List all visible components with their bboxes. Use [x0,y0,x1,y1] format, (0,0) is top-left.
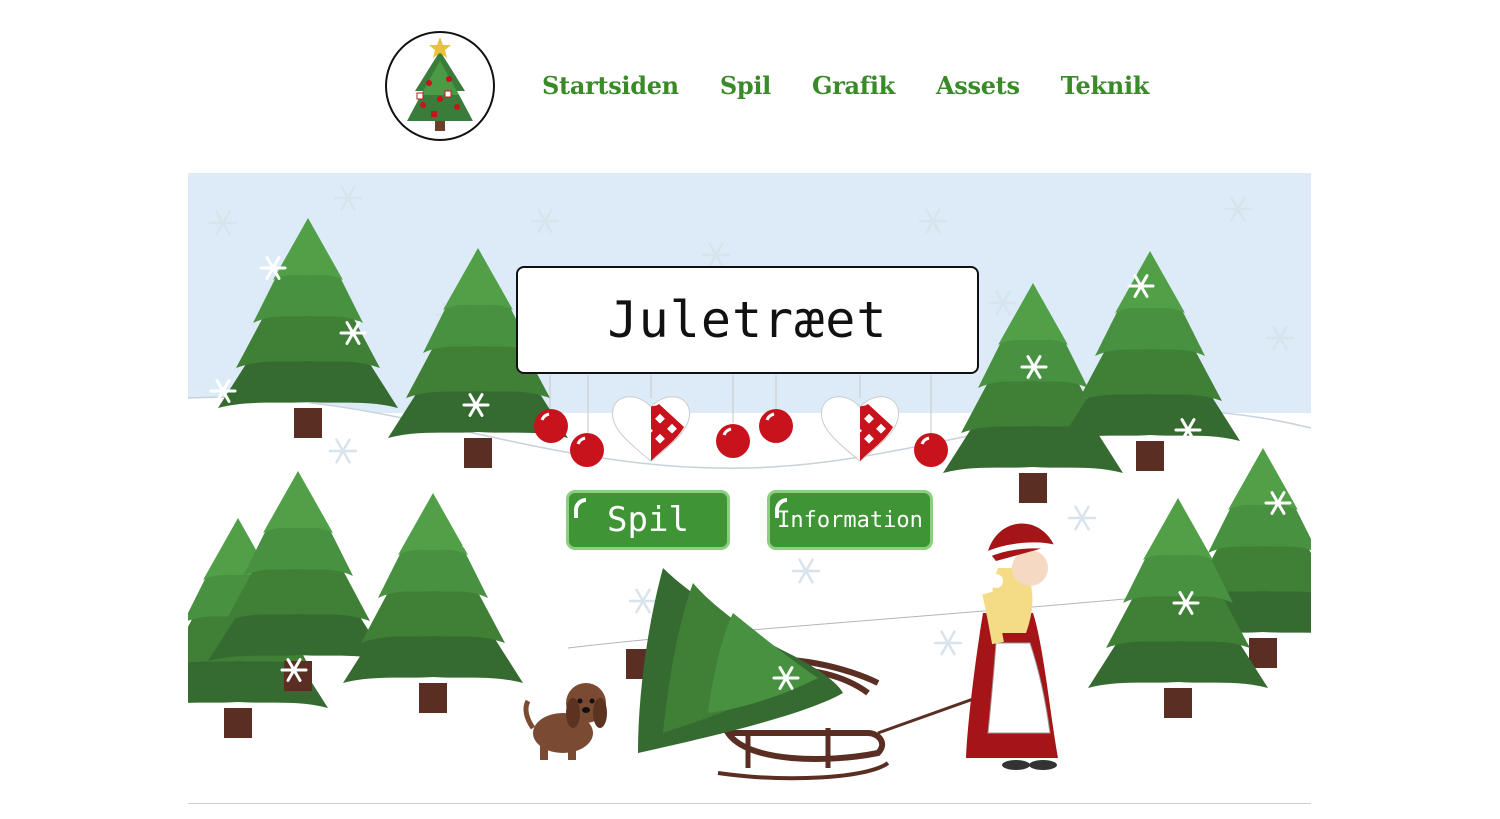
nav-link-spil[interactable]: Spil [720,68,771,104]
page-divider [188,803,1311,804]
nav-link-teknik[interactable]: Teknik [1061,68,1150,104]
button-gloss [775,498,787,518]
page-title: Juletræet [607,291,888,349]
hero-scene: Juletræet Spil Information [188,173,1311,803]
main-nav: Startsiden Spil Grafik Assets Teknik [542,68,1149,104]
christmas-tree-logo-icon[interactable] [385,31,495,141]
nav-link-assets[interactable]: Assets [936,68,1020,104]
button-gloss [574,498,586,518]
play-button[interactable]: Spil [566,490,730,550]
site-header: Startsiden Spil Grafik Assets Teknik [0,0,1500,150]
page-title-sign: Juletræet [516,266,979,374]
nav-link-grafik[interactable]: Grafik [812,68,895,104]
information-button-label: Information [777,507,923,533]
play-button-label: Spil [607,500,689,540]
nav-link-startsiden[interactable]: Startsiden [542,68,679,104]
information-button[interactable]: Information [767,490,933,550]
